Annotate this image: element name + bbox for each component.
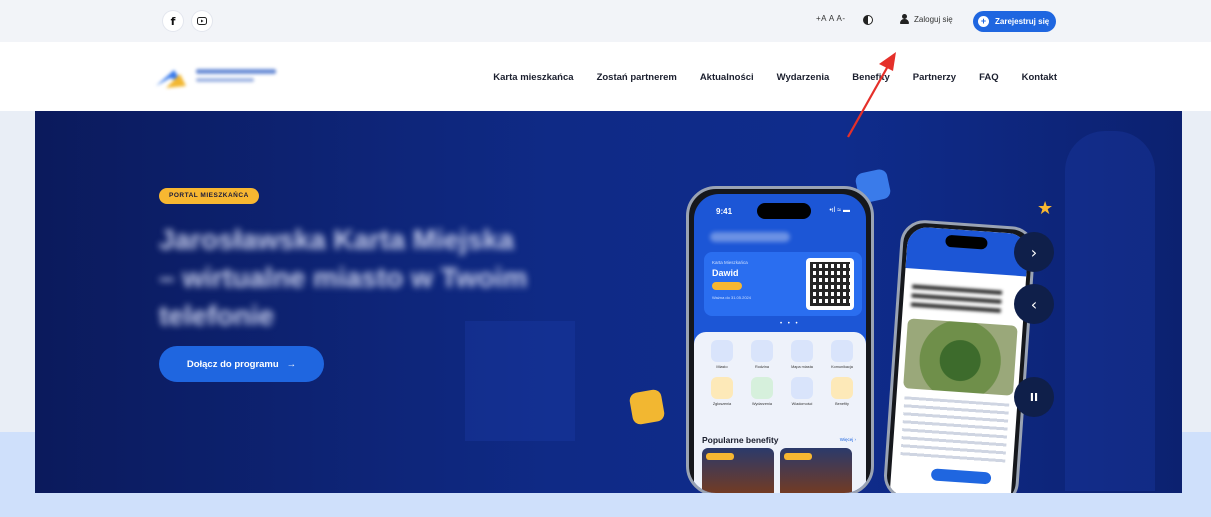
card-holder-name: Dawid bbox=[712, 268, 739, 278]
phone-time: 9:41 bbox=[716, 207, 733, 216]
tower-silhouette bbox=[1065, 131, 1155, 491]
arrow-right-icon: → bbox=[286, 358, 297, 370]
utility-bar: f +A A A- Zaloguj się + Zarejestruj się bbox=[0, 0, 1211, 42]
menu-item: Zgłoszenia bbox=[702, 377, 742, 406]
dynamic-island bbox=[757, 203, 811, 219]
nav-item-benefity[interactable]: Benefity bbox=[852, 72, 889, 83]
page: f +A A A- Zaloguj się + Zarejestruj się bbox=[0, 0, 1211, 517]
menu-item: Wiadomości bbox=[782, 377, 822, 406]
menu-item: Rodzina bbox=[742, 340, 782, 369]
article-image bbox=[903, 318, 1018, 396]
star-icon: ★ bbox=[1037, 198, 1054, 219]
register-button[interactable]: + Zarejestruj się bbox=[973, 11, 1056, 32]
status-icons: •ıl ≈ ▬ bbox=[829, 207, 850, 214]
nav-item-partnerzy[interactable]: Partnerzy bbox=[913, 72, 956, 83]
article-title-blurred bbox=[910, 284, 1003, 315]
phone-mockup-main: 9:41 •ıl ≈ ▬ Karta Mieszkańca Dawid Ważn… bbox=[686, 186, 874, 493]
site-logo[interactable] bbox=[152, 60, 296, 94]
menu-item: Benefity bbox=[822, 377, 862, 406]
font-size-controls[interactable]: +A A A- bbox=[816, 14, 846, 23]
primary-nav: Karta mieszkańca Zostań partnerem Aktual… bbox=[470, 72, 1057, 83]
menu-item: Mapa miasta bbox=[782, 340, 822, 369]
user-icon bbox=[900, 14, 909, 24]
card-status-pill bbox=[712, 282, 742, 290]
next-slide-button[interactable]: › bbox=[1014, 232, 1054, 272]
city-silhouette bbox=[465, 321, 575, 441]
cta-label: Dołącz do programu bbox=[186, 358, 279, 370]
menu-item: Komunikacja bbox=[822, 340, 862, 369]
login-link[interactable]: Zaloguj się bbox=[900, 14, 953, 24]
menu-item: Miasto bbox=[702, 340, 742, 369]
phone-screen: 9:41 •ıl ≈ ▬ Karta Mieszkańca Dawid Ważn… bbox=[694, 194, 866, 493]
register-label: Zarejestruj się bbox=[995, 17, 1050, 26]
menu-item: Wydarzenia bbox=[742, 377, 782, 406]
facebook-icon[interactable]: f bbox=[163, 11, 183, 31]
article-text bbox=[900, 396, 1010, 464]
pause-button[interactable]: II bbox=[1014, 377, 1054, 417]
phone-screen-secondary bbox=[889, 226, 1030, 493]
prev-slide-button[interactable]: ‹ bbox=[1014, 284, 1054, 324]
nav-item-aktualnosci[interactable]: Aktualności bbox=[700, 72, 754, 83]
app-menu-grid: Miasto Rodzina Mapa miasta Komunikacja Z… bbox=[702, 340, 862, 406]
nav-item-faq[interactable]: FAQ bbox=[979, 72, 999, 83]
hero-headline: Jarosławska Karta Miejska – wirtualne mi… bbox=[159, 224, 528, 331]
plus-icon: + bbox=[978, 16, 989, 27]
card-type: Karta Mieszkańca bbox=[712, 260, 748, 265]
benefit-thumb bbox=[702, 448, 774, 493]
qr-code bbox=[806, 258, 854, 310]
benefit-thumb bbox=[780, 448, 852, 493]
contrast-icon[interactable] bbox=[863, 15, 873, 25]
article-header bbox=[905, 226, 1030, 277]
blurred-greeting bbox=[710, 232, 790, 242]
nav-item-wydarzenia[interactable]: Wydarzenia bbox=[777, 72, 830, 83]
phone-mockup-secondary bbox=[882, 218, 1037, 493]
nav-item-kontakt[interactable]: Kontakt bbox=[1022, 72, 1057, 83]
youtube-icon[interactable] bbox=[192, 11, 212, 31]
nav-item-karta[interactable]: Karta mieszkańca bbox=[493, 72, 573, 83]
main-navbar: Karta mieszkańca Zostań partnerem Aktual… bbox=[0, 42, 1211, 111]
article-button bbox=[930, 468, 992, 485]
login-label: Zaloguj się bbox=[914, 14, 953, 24]
more-link: Więcej › bbox=[839, 437, 856, 442]
join-program-button[interactable]: Dołącz do programu → bbox=[159, 346, 324, 382]
app-menu-sheet: Miasto Rodzina Mapa miasta Komunikacja Z… bbox=[694, 332, 866, 493]
resident-card: Karta Mieszkańca Dawid Ważna do 31.05.20… bbox=[704, 252, 862, 316]
popular-benefits-title: Popularne benefity bbox=[702, 435, 779, 445]
carousel-dots: • • • bbox=[780, 321, 800, 327]
bus-icon bbox=[628, 388, 666, 426]
card-validity: Ważna do 31.05.2024 bbox=[712, 295, 751, 300]
portal-badge: PORTAL MIESZKAŃCA bbox=[159, 188, 259, 204]
nav-item-partner[interactable]: Zostań partnerem bbox=[597, 72, 677, 83]
hero-banner: PORTAL MIESZKAŃCA Jarosławska Karta Miej… bbox=[35, 111, 1182, 493]
